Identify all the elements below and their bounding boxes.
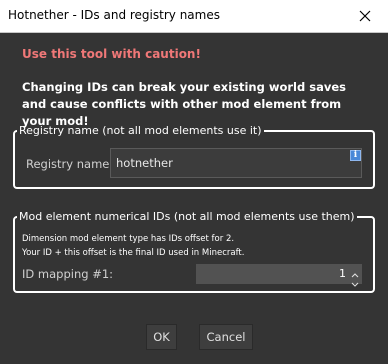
cancel-button[interactable]: Cancel [199, 324, 253, 350]
registry-name-label: Registry name: [26, 157, 114, 171]
dialog-window: Hotnether - IDs and registry names Use t… [0, 0, 388, 364]
title-bar: Hotnether - IDs and registry names [0, 0, 388, 33]
info-icon[interactable]: i [350, 150, 361, 161]
ids-description-line1: Dimension mod element type has IDs offse… [22, 234, 235, 244]
caution-text: Use this tool with caution! [22, 47, 201, 61]
ids-description-line2: Your ID + this offset is the final ID us… [22, 248, 245, 258]
close-button[interactable] [342, 0, 388, 32]
spinner-down-icon[interactable] [350, 274, 360, 287]
close-icon [359, 10, 371, 22]
id-mapping-label: ID mapping #1: [22, 267, 114, 281]
window-title: Hotnether - IDs and registry names [8, 8, 220, 22]
ids-group-legend: Mod element numerical IDs (not all mod e… [19, 210, 355, 223]
registry-group-legend: Registry name (not all mod elements use … [19, 124, 262, 137]
spinner-up-icon[interactable] [350, 265, 360, 278]
id-mapping-spinner[interactable]: 1 [196, 264, 362, 287]
warning-text: Changing IDs can break your existing wor… [22, 80, 346, 128]
registry-name-input[interactable] [110, 148, 362, 178]
spinner-buttons [350, 265, 360, 287]
id-mapping-value[interactable]: 1 [339, 267, 346, 280]
ok-button[interactable]: OK [146, 324, 177, 350]
